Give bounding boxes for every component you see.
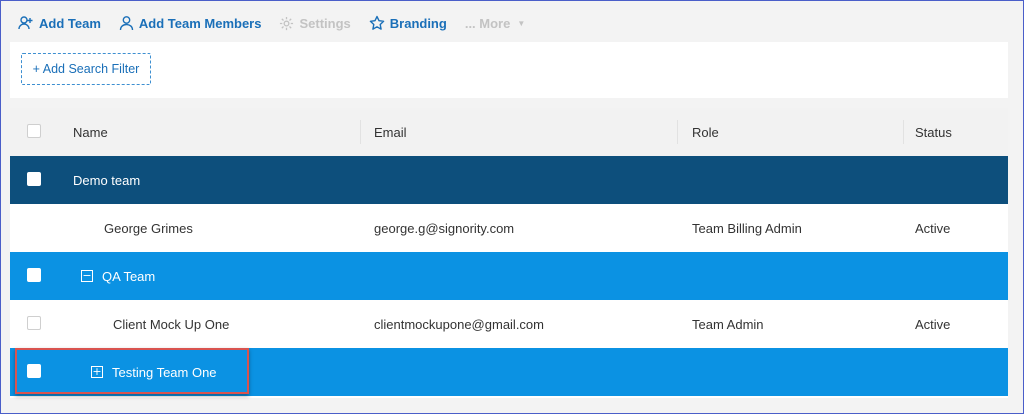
add-team-button[interactable]: Add Team: [18, 15, 101, 31]
table-header: Name Email Role Status: [10, 108, 1008, 156]
column-header-status[interactable]: Status: [915, 108, 952, 156]
member-email: george.g@signority.com: [374, 220, 515, 236]
table-row-team[interactable]: Demo team: [10, 156, 1008, 204]
filter-panel: + Add Search Filter: [10, 42, 1008, 98]
table-row-member[interactable]: Client Mock Up One clientmockupone@gmail…: [10, 300, 1008, 348]
subteam-name-cell: + Testing Team One: [91, 348, 217, 396]
column-divider: [677, 120, 678, 144]
column-header-name[interactable]: Name: [73, 108, 108, 156]
caret-down-icon: ▼: [517, 18, 526, 28]
toolbar: Add Team Add Team Members Settings Brand…: [18, 12, 525, 34]
member-name: Client Mock Up One: [113, 316, 230, 332]
member-status: Active: [915, 220, 951, 236]
collapse-icon[interactable]: −: [81, 270, 93, 282]
expand-icon[interactable]: +: [91, 366, 103, 378]
add-team-members-button[interactable]: Add Team Members: [119, 15, 262, 31]
user-icon: [119, 15, 134, 31]
column-header-email[interactable]: Email: [374, 108, 407, 156]
column-divider: [903, 120, 904, 144]
member-status: Active: [915, 316, 951, 332]
subteam-name: Testing Team One: [112, 364, 217, 380]
team-name: Demo team: [73, 172, 141, 188]
add-team-members-label: Add Team Members: [138, 15, 262, 31]
row-checkbox[interactable]: [27, 268, 41, 282]
row-checkbox[interactable]: [27, 172, 41, 186]
settings-label: Settings: [299, 15, 351, 31]
row-checkbox[interactable]: [27, 364, 41, 378]
member-role: Team Billing Admin: [692, 220, 802, 236]
table-row-member[interactable]: George Grimes george.g@signority.com Tea…: [10, 204, 1008, 252]
subteam-name: QA Team: [102, 268, 156, 284]
more-menu-button[interactable]: ... More ▼: [465, 16, 525, 31]
gear-icon: [279, 16, 294, 31]
member-role: Team Admin: [692, 316, 764, 332]
select-all-checkbox[interactable]: [27, 124, 41, 138]
settings-button[interactable]: Settings: [279, 15, 351, 31]
member-name: George Grimes: [104, 220, 193, 236]
table-row-subteam[interactable]: − QA Team: [10, 252, 1008, 300]
column-divider: [360, 120, 361, 144]
row-checkbox[interactable]: [27, 316, 41, 330]
subteam-name-cell: − QA Team: [81, 252, 155, 300]
branding-label: Branding: [389, 15, 447, 31]
add-team-label: Add Team: [39, 15, 101, 31]
add-team-icon: [18, 15, 34, 31]
column-header-role[interactable]: Role: [692, 108, 719, 156]
branding-button[interactable]: Branding: [369, 15, 447, 31]
table-row-subteam[interactable]: + Testing Team One: [10, 348, 1008, 396]
member-email: clientmockupone@gmail.com: [374, 316, 544, 332]
star-icon: [369, 15, 385, 31]
teams-table: Name Email Role Status Demo team George …: [10, 108, 1008, 398]
add-search-filter-button[interactable]: + Add Search Filter: [21, 53, 151, 85]
more-label: ... More: [464, 15, 511, 31]
